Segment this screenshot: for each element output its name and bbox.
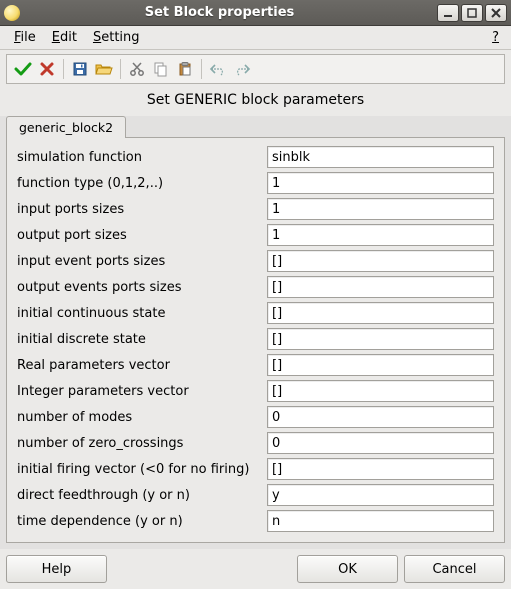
row-num-modes: number of modes bbox=[17, 406, 494, 428]
help-button[interactable]: Help bbox=[6, 555, 107, 583]
row-time-dep: time dependence (y or n) bbox=[17, 510, 494, 532]
input-in-ev-ports[interactable] bbox=[267, 250, 494, 272]
menu-edit[interactable]: Edit bbox=[44, 28, 85, 47]
input-init-firing[interactable] bbox=[267, 458, 494, 480]
toolbar bbox=[6, 54, 505, 84]
menubar: File Edit Setting ? bbox=[0, 26, 511, 50]
toolbar-separator bbox=[120, 59, 121, 79]
row-direct-feed: direct feedthrough (y or n) bbox=[17, 484, 494, 506]
row-num-zc: number of zero_crossings bbox=[17, 432, 494, 454]
input-num-zc[interactable] bbox=[267, 432, 494, 454]
window-title: Set Block properties bbox=[4, 5, 435, 20]
input-num-modes[interactable] bbox=[267, 406, 494, 428]
label-init-cont: initial continuous state bbox=[17, 306, 267, 321]
label-init-disc: initial discrete state bbox=[17, 332, 267, 347]
toolbar-separator bbox=[63, 59, 64, 79]
copy-button[interactable] bbox=[149, 58, 173, 80]
row-init-cont: initial continuous state bbox=[17, 302, 494, 324]
row-out-ports: output port sizes bbox=[17, 224, 494, 246]
ok-button[interactable]: OK bbox=[297, 555, 398, 583]
input-init-disc[interactable] bbox=[267, 328, 494, 350]
label-direct-feed: direct feedthrough (y or n) bbox=[17, 488, 267, 503]
input-out-ev-ports[interactable] bbox=[267, 276, 494, 298]
label-num-modes: number of modes bbox=[17, 410, 267, 425]
label-time-dep: time dependence (y or n) bbox=[17, 514, 267, 529]
menu-help[interactable]: ? bbox=[486, 28, 505, 47]
cancel-button[interactable]: Cancel bbox=[404, 555, 505, 583]
open-button[interactable] bbox=[92, 58, 116, 80]
close-window-button[interactable] bbox=[485, 4, 507, 22]
menu-setting[interactable]: Setting bbox=[85, 28, 148, 47]
input-in-ports[interactable] bbox=[267, 198, 494, 220]
toolbar-container bbox=[0, 50, 511, 86]
input-init-cont[interactable] bbox=[267, 302, 494, 324]
input-direct-feed[interactable] bbox=[267, 484, 494, 506]
input-real-params[interactable] bbox=[267, 354, 494, 376]
row-in-ev-ports: input event ports sizes bbox=[17, 250, 494, 272]
content-area: generic_block2 simulation function funct… bbox=[6, 116, 505, 543]
input-func-type[interactable] bbox=[267, 172, 494, 194]
paste-button[interactable] bbox=[173, 58, 197, 80]
minimize-button[interactable] bbox=[437, 4, 459, 22]
label-func-type: function type (0,1,2,..) bbox=[17, 176, 267, 191]
redo-button[interactable] bbox=[230, 58, 254, 80]
input-sim-func[interactable] bbox=[267, 146, 494, 168]
label-real-params: Real parameters vector bbox=[17, 358, 267, 373]
input-int-params[interactable] bbox=[267, 380, 494, 402]
save-button[interactable] bbox=[68, 58, 92, 80]
row-init-firing: initial firing vector (<0 for no firing) bbox=[17, 458, 494, 480]
tab-generic-block2[interactable]: generic_block2 bbox=[6, 116, 126, 138]
row-int-params: Integer parameters vector bbox=[17, 380, 494, 402]
label-sim-func: simulation function bbox=[17, 150, 267, 165]
label-init-firing: initial firing vector (<0 for no firing) bbox=[17, 462, 267, 477]
row-func-type: function type (0,1,2,..) bbox=[17, 172, 494, 194]
label-out-ports: output port sizes bbox=[17, 228, 267, 243]
row-sim-func: simulation function bbox=[17, 146, 494, 168]
menu-file[interactable]: File bbox=[6, 28, 44, 47]
label-out-ev-ports: output events ports sizes bbox=[17, 280, 267, 295]
input-out-ports[interactable] bbox=[267, 224, 494, 246]
tab-panel: simulation function function type (0,1,2… bbox=[6, 137, 505, 543]
row-init-disc: initial discrete state bbox=[17, 328, 494, 350]
input-time-dep[interactable] bbox=[267, 510, 494, 532]
dialog-button-row: Help OK Cancel bbox=[0, 549, 511, 589]
tabs-strip: generic_block2 bbox=[6, 116, 505, 138]
panel-title: Set GENERIC block parameters bbox=[0, 86, 511, 116]
toolbar-separator bbox=[201, 59, 202, 79]
label-int-params: Integer parameters vector bbox=[17, 384, 267, 399]
row-in-ports: input ports sizes bbox=[17, 198, 494, 220]
cut-button[interactable] bbox=[125, 58, 149, 80]
label-num-zc: number of zero_crossings bbox=[17, 436, 267, 451]
undo-button[interactable] bbox=[206, 58, 230, 80]
label-in-ev-ports: input event ports sizes bbox=[17, 254, 267, 269]
row-real-params: Real parameters vector bbox=[17, 354, 494, 376]
label-in-ports: input ports sizes bbox=[17, 202, 267, 217]
accept-button[interactable] bbox=[11, 58, 35, 80]
reject-button[interactable] bbox=[35, 58, 59, 80]
maximize-button[interactable] bbox=[461, 4, 483, 22]
window-titlebar: Set Block properties bbox=[0, 0, 511, 26]
row-out-ev-ports: output events ports sizes bbox=[17, 276, 494, 298]
